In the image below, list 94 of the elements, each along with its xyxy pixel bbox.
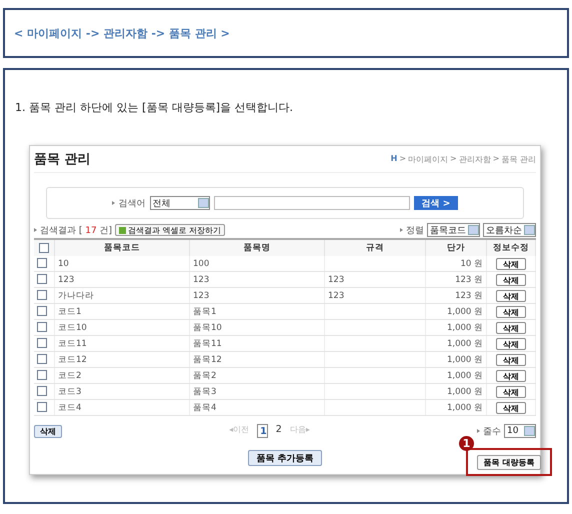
delete-button[interactable]: 삭제 <box>496 370 526 382</box>
row-checkbox[interactable] <box>37 386 47 396</box>
table-cell: 품목4 <box>190 400 324 416</box>
path-separator: > <box>450 154 457 164</box>
table-cell: 123 <box>190 288 324 304</box>
table-cell: 품목1 <box>190 304 324 320</box>
table-cell: 가나다라 <box>54 288 190 304</box>
delete-button[interactable]: 삭제 <box>496 338 526 350</box>
delete-button[interactable]: 삭제 <box>496 306 526 318</box>
table-cell: 품목11 <box>190 336 324 352</box>
delete-button[interactable]: 삭제 <box>496 354 526 366</box>
row-checkbox[interactable] <box>37 402 47 412</box>
table-cell: 100 <box>190 256 324 272</box>
table-cell: 품목2 <box>190 368 324 384</box>
table-cell: 1,000 원 <box>426 336 486 352</box>
table-cell: 123 <box>328 290 344 300</box>
table-cell: 1,000 원 <box>426 384 486 400</box>
table-cell: 1,000 원 <box>426 304 486 320</box>
dropdown-icon <box>468 225 479 235</box>
row-checkbox[interactable] <box>37 338 47 348</box>
breadcrumb: < 마이페이지 -> 관리자함 -> 품목 관리 > <box>14 26 230 40</box>
select-all-checkbox[interactable] <box>39 242 49 253</box>
table-cell: 10 <box>54 256 190 272</box>
add-item-button[interactable]: 품목 추가등록 <box>248 450 322 466</box>
table-cell: 코드12 <box>54 352 190 368</box>
table-cell: 코드4 <box>54 400 190 416</box>
sort-order-select[interactable]: 오름차순 <box>483 223 536 237</box>
delete-button[interactable]: 삭제 <box>496 402 526 414</box>
table-cell: 123 <box>328 274 344 284</box>
page-link[interactable]: 1 <box>257 424 268 438</box>
table-cell: 123 <box>190 272 324 288</box>
bullet-icon <box>112 201 115 205</box>
search-label: 검색어 <box>118 198 146 210</box>
page-link[interactable]: 2 <box>276 424 282 438</box>
row-checkbox[interactable] <box>37 322 47 332</box>
table-cell: 1,000 원 <box>426 320 486 336</box>
table-cell: 1,000 원 <box>426 352 486 368</box>
table-cell: 코드1 <box>54 304 190 320</box>
delete-button[interactable]: 삭제 <box>34 424 62 438</box>
sort-label: 정렬 <box>406 224 424 236</box>
row-checkbox[interactable] <box>37 258 47 268</box>
instruction-text: 1. 품목 관리 하단에 있는 [품목 대량등록]을 선택합니다. <box>15 100 294 115</box>
delete-button[interactable]: 삭제 <box>496 274 526 286</box>
delete-button[interactable]: 삭제 <box>496 258 526 270</box>
search-button[interactable]: 검색 > <box>414 196 458 210</box>
table-cell: 1,000 원 <box>426 368 486 384</box>
scope-select[interactable]: 전체 <box>150 196 210 210</box>
row-checkbox[interactable] <box>37 274 47 284</box>
column-header: 품목코드 <box>54 239 190 256</box>
bullet-icon <box>400 228 403 232</box>
row-checkbox[interactable] <box>37 370 47 380</box>
row-checkbox[interactable] <box>37 290 47 300</box>
table-cell: 1,000 원 <box>426 400 486 416</box>
column-header: 단가 <box>426 239 486 256</box>
search-field[interactable] <box>214 196 410 210</box>
path-separator: > <box>399 154 406 164</box>
page-size-label: 줄수 <box>483 426 501 438</box>
path-link[interactable]: 관리자함 <box>458 154 491 164</box>
dropdown-icon <box>524 225 535 235</box>
table-cell: 품목3 <box>190 384 324 400</box>
table-cell: 코드10 <box>54 320 190 336</box>
path-link[interactable]: 품목 관리 <box>501 154 536 164</box>
table-cell: 123 <box>54 272 190 288</box>
page-size-select[interactable]: 10 <box>504 424 536 438</box>
dropdown-icon <box>524 426 535 436</box>
table-cell: 123 원 <box>426 288 486 304</box>
bullet-icon <box>34 228 37 232</box>
path-separator: > <box>492 154 500 164</box>
table-cell: 코드11 <box>54 336 190 352</box>
excel-export-button[interactable]: 검색결과 엑셀로 저장하기 <box>115 224 226 236</box>
path-link[interactable]: 마이페이지 <box>408 154 448 164</box>
sort-field-select[interactable]: 품목코드 <box>427 223 480 237</box>
step-badge: 1 <box>459 436 474 451</box>
page-title: 품목 관리 <box>34 151 91 168</box>
home-link[interactable]: H <box>390 154 398 164</box>
bullet-icon <box>477 429 480 433</box>
table-cell: 품목12 <box>190 352 324 368</box>
delete-button[interactable]: 삭제 <box>496 386 526 398</box>
column-header: 규격 <box>324 239 426 256</box>
table-cell: 코드2 <box>54 368 190 384</box>
table-cell: 품목10 <box>190 320 324 336</box>
column-header: 품목명 <box>190 239 324 256</box>
spreadsheet-icon <box>119 226 126 234</box>
dropdown-icon <box>198 198 209 208</box>
column-header: 정보수정 <box>486 239 536 256</box>
bulk-register-button[interactable]: 품목 대량등록 <box>476 454 542 470</box>
table-cell: 123 원 <box>426 272 486 288</box>
delete-button[interactable]: 삭제 <box>496 290 526 302</box>
result-count: 검색결과 [ 17 건] <box>40 224 112 236</box>
table-cell: 10 원 <box>426 256 486 272</box>
row-checkbox[interactable] <box>37 306 47 316</box>
table-cell: 코드3 <box>54 384 190 400</box>
row-checkbox[interactable] <box>37 354 47 364</box>
delete-button[interactable]: 삭제 <box>496 322 526 334</box>
